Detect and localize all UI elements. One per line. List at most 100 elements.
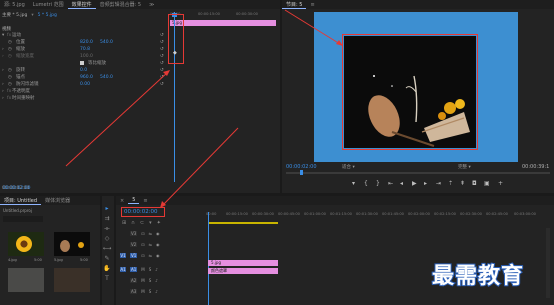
thumbnail-6[interactable] xyxy=(54,268,90,292)
close-tab-icon[interactable]: × xyxy=(116,198,128,204)
comparison-view-icon[interactable]: ▣ xyxy=(484,180,490,187)
thumbnail-3[interactable] xyxy=(8,268,44,292)
timeline-vertical-scrollbar[interactable] xyxy=(546,228,550,298)
track-select-tool-icon[interactable]: ⇉ xyxy=(102,214,112,223)
position-x-value[interactable]: 820.0 xyxy=(80,40,93,45)
sync-icon[interactable]: ⇋ xyxy=(149,231,152,236)
lock-icon[interactable]: ⊡ xyxy=(141,231,144,236)
settings-icon[interactable]: ✦ xyxy=(157,220,161,226)
solo-icon[interactable]: S xyxy=(149,278,152,283)
eye-icon[interactable]: ◉ xyxy=(156,253,160,258)
breadcrumb-clip[interactable]: 5 * 5.jpg xyxy=(38,13,57,18)
solo-icon[interactable]: S xyxy=(149,289,152,294)
sync-icon[interactable]: ⇋ xyxy=(149,253,152,258)
add-button-icon[interactable]: + xyxy=(498,180,503,187)
selection-tool-icon[interactable]: ▸ xyxy=(102,204,112,213)
lock-icon[interactable]: ⊡ xyxy=(141,242,144,247)
breadcrumb-master[interactable]: 主要 * 5.jpg xyxy=(2,12,27,18)
program-frame[interactable] xyxy=(314,12,518,162)
fit-dropdown[interactable]: 适合 ▾ xyxy=(342,164,355,170)
reset-icon[interactable]: ↺ xyxy=(160,54,164,59)
add-marker-icon[interactable]: ▾ xyxy=(149,220,152,226)
play-icon[interactable]: ▶ xyxy=(412,180,417,187)
mic-icon[interactable]: ♪ xyxy=(155,289,158,294)
go-to-out-icon[interactable]: ⇥ xyxy=(436,180,441,187)
mark-out-icon[interactable]: } xyxy=(376,180,380,187)
stopwatch-icon[interactable]: ◷ xyxy=(8,40,16,45)
uniform-scale-checkbox[interactable] xyxy=(80,61,84,65)
marker-icon[interactable]: ▾ xyxy=(352,180,355,187)
project-search-input[interactable] xyxy=(3,216,43,222)
source-patch-v1[interactable]: V1 xyxy=(120,252,126,258)
program-monitor-title[interactable]: 节目: 5 xyxy=(282,1,307,9)
stopwatch-icon[interactable]: ◷ xyxy=(8,47,16,52)
menu-icon[interactable]: ≡ xyxy=(306,2,318,8)
timeline-ruler[interactable]: 00:00 00:00:15:00 00:00:30:00 00:00:45:0… xyxy=(204,212,554,220)
rotation-value[interactable]: 0.0 xyxy=(80,68,87,73)
hand-tool-icon[interactable]: ✋ xyxy=(102,264,112,273)
mini-timeline-clip[interactable]: 5.jpg xyxy=(170,20,276,26)
anti-flicker-value[interactable]: 0.00 xyxy=(80,82,90,87)
source-patch-a1[interactable]: A1 xyxy=(120,266,126,272)
tab-effect-controls[interactable]: 效果控件 xyxy=(67,1,96,9)
dropdown-arrow-icon[interactable]: ▾ xyxy=(31,13,33,18)
lift-icon[interactable]: ⇡ xyxy=(448,180,453,187)
more-tabs-icon[interactable]: ≫ xyxy=(145,2,158,8)
scale-value[interactable]: 70.8 xyxy=(80,47,90,52)
property-time-remapping[interactable]: › fx 时间重映射 xyxy=(0,95,170,102)
property-opacity[interactable]: › fx 不透明度 xyxy=(0,88,170,95)
reset-icon[interactable]: ↺ xyxy=(160,68,164,73)
insert-nest-icon[interactable]: ⊞ xyxy=(122,220,126,226)
thumbnail-5[interactable] xyxy=(54,232,90,256)
reset-icon[interactable]: ↺ xyxy=(160,47,164,52)
tab-source[interactable]: 源: 5.jpg xyxy=(0,1,29,8)
program-scrubber[interactable] xyxy=(286,172,550,174)
stopwatch-icon[interactable]: ◷ xyxy=(8,82,16,87)
quality-dropdown[interactable]: 完整 ▾ xyxy=(458,164,471,170)
reset-icon[interactable]: ↺ xyxy=(160,82,164,87)
tab-media-browser[interactable]: 媒体浏览器 xyxy=(41,197,74,204)
solo-icon[interactable]: S xyxy=(149,267,152,272)
property-rotation[interactable]: › ◷ 旋转 0.0 ↺ xyxy=(0,67,170,74)
pen-tool-icon[interactable]: ✎ xyxy=(102,254,112,263)
program-playhead[interactable] xyxy=(300,170,303,175)
scale-width-value[interactable]: 100.0 xyxy=(80,54,93,59)
tab-audio-clip-mixer[interactable]: 音频剪辑混合器: 5 xyxy=(96,1,145,8)
property-motion[interactable]: ▾ fx 运动 ↺ xyxy=(0,32,170,39)
effect-controls-current-time-label[interactable]: 00:00:02:00 xyxy=(3,186,30,191)
reset-icon[interactable]: ↺ xyxy=(160,61,164,66)
type-tool-icon[interactable]: T xyxy=(102,274,112,283)
property-anchor-point[interactable]: ◷ 锚点 960.0 540.0 ↺ xyxy=(0,74,170,81)
property-uniform-scale[interactable]: 等比缩放 ↺ xyxy=(0,60,170,66)
property-position[interactable]: ◷ 位置 820.0 540.0 ↺ xyxy=(0,39,170,46)
property-anti-flicker[interactable]: › ◷ 防闪烁滤镜 0.00 ↺ xyxy=(0,81,170,88)
extract-icon[interactable]: ⇞ xyxy=(460,180,465,187)
tab-sequence[interactable]: 5 xyxy=(128,197,140,204)
mute-icon[interactable]: M xyxy=(141,267,144,272)
linked-selection-icon[interactable]: ⊂ xyxy=(140,220,144,226)
razor-tool-icon[interactable]: ◇ xyxy=(102,234,112,243)
mark-in-icon[interactable]: { xyxy=(364,180,368,187)
mute-icon[interactable]: M xyxy=(141,278,144,283)
clip-color-matte[interactable]: 颜色遮罩 xyxy=(208,268,278,274)
track-a1[interactable]: A1 A1 M S ♪ xyxy=(120,264,204,274)
property-scale-width[interactable]: › ◷ 缩放宽度 100.0 ↺ xyxy=(0,53,170,60)
stopwatch-icon[interactable]: ◷ xyxy=(8,54,16,59)
reset-icon[interactable]: ↺ xyxy=(160,40,164,45)
mic-icon[interactable]: ♪ xyxy=(155,278,158,283)
eye-icon[interactable]: ◉ xyxy=(156,242,160,247)
mute-icon[interactable]: M xyxy=(141,289,144,294)
ripple-edit-tool-icon[interactable]: ⟛ xyxy=(102,224,112,233)
property-scale[interactable]: › ◷ 缩放 70.8 ↺ xyxy=(0,46,170,53)
position-y-value[interactable]: 540.0 xyxy=(100,40,113,45)
track-v1[interactable]: V1 V1 ⊡ ⇋ ◉ xyxy=(120,250,204,260)
keyframe-diamond-icon[interactable]: ◆ xyxy=(173,50,177,56)
menu-icon[interactable]: ≡ xyxy=(139,198,151,204)
track-a2[interactable]: A2 M S ♪ xyxy=(120,275,204,285)
mic-icon[interactable]: ♪ xyxy=(155,267,158,272)
sync-icon[interactable]: ⇋ xyxy=(149,242,152,247)
reset-icon[interactable]: ↺ xyxy=(160,75,164,80)
tab-project[interactable]: 项目: Untitled xyxy=(0,197,42,205)
slip-tool-icon[interactable]: ⟷ xyxy=(102,244,112,253)
reset-icon[interactable]: ↺ xyxy=(160,33,164,38)
